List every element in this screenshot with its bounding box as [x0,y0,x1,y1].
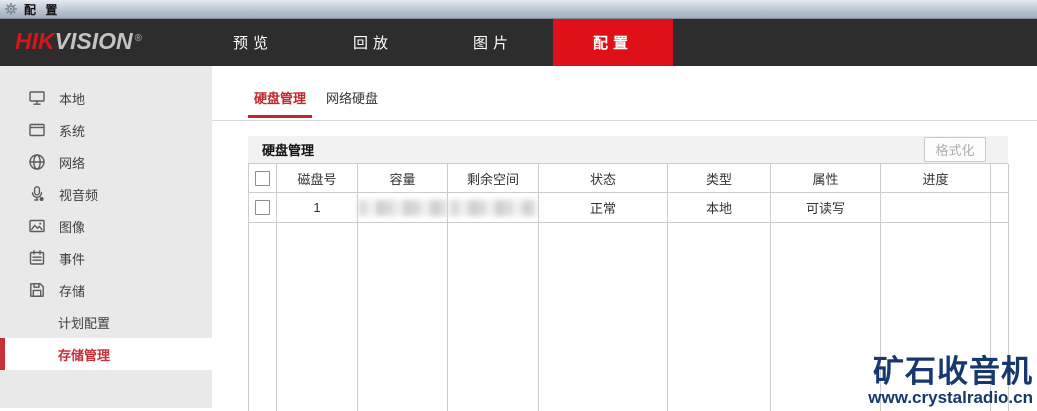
sidebar-item-local[interactable]: 本地 [0,82,212,114]
empty-cell [539,223,668,411]
tab-net-hdd[interactable]: 网络硬盘 [320,80,384,118]
storage-floppy-icon [30,283,44,297]
sidebar-item-system[interactable]: 系统 [0,114,212,146]
empty-cell [358,223,448,411]
event-calendar-icon [29,250,45,265]
col-header-disk-no: 磁盘号 [277,164,358,193]
system-window-icon [29,123,45,137]
col-header-property: 属性 [771,164,881,193]
empty-cell [668,223,771,411]
sidebar: 本地 系统 网络 视音频 图像 事件 存储 计划配置 存储管理 [0,66,212,408]
select-all-cell [249,164,277,193]
sidebar-item-image[interactable]: 图像 [0,210,212,242]
sidebar-item-label: 网络 [59,155,86,171]
sidebar-item-label: 图像 [59,219,86,235]
select-all-checkbox[interactable] [255,170,270,186]
cell-progress [881,193,991,223]
monitor-icon [29,91,45,105]
cell-property: 可读写 [771,193,881,223]
gear-icon [5,3,17,15]
row-checkbox[interactable] [255,200,270,215]
cell-status: 正常 [539,193,668,223]
image-icon [29,219,45,233]
sidebar-item-label: 存储 [59,283,86,299]
col-header-spacer [991,164,1009,193]
hikvision-config-page: 配 置 HIKVISION ® 预览 回放 图片 配置 本地 系统 网络 视音频… [0,0,1037,411]
hdd-toolbar: 硬盘管理 格式化 [248,136,1008,163]
row-select-cell [249,193,277,223]
nav-tab-configuration[interactable]: 配置 [553,19,673,66]
empty-cell [249,223,277,411]
cell-row-spacer [991,193,1009,223]
empty-cell [277,223,358,411]
app-header: HIKVISION ® 预览 回放 图片 配置 [0,19,1037,66]
sidebar-item-label: 存储管理 [58,347,111,363]
sidebar-item-label: 系统 [59,123,86,139]
free-space-redacted-blur [450,199,536,216]
empty-cell [771,223,881,411]
empty-cell [448,223,539,411]
format-button[interactable]: 格式化 [924,137,986,162]
col-header-status: 状态 [539,164,668,193]
cell-type: 本地 [668,193,771,223]
col-header-type: 类型 [668,164,771,193]
sidebar-item-label: 本地 [59,91,86,107]
sidebar-item-label: 计划配置 [58,315,111,331]
sidebar-item-video-audio[interactable]: 视音频 [0,178,212,210]
nav-tab-playback[interactable]: 回放 [313,19,433,66]
capacity-redacted-blur [358,199,447,216]
cell-capacity [358,193,448,223]
content-tabs: 硬盘管理 网络硬盘 [248,80,384,118]
watermark-title: 矿石收音机 [873,354,1033,390]
sidebar-item-schedule-settings[interactable]: 计划配置 [0,306,212,338]
nav-tab-picture[interactable]: 图片 [433,19,553,66]
microphone-icon [31,186,44,201]
sidebar-item-network[interactable]: 网络 [0,146,212,178]
col-header-progress: 进度 [881,164,991,193]
nav-tab-preview[interactable]: 预览 [193,19,313,66]
sidebar-item-storage-management[interactable]: 存储管理 [0,338,212,370]
cell-free-space [448,193,539,223]
cell-disk-no: 1 [277,193,358,223]
window-title: 配 置 [24,2,61,17]
tab-hdd-management[interactable]: 硬盘管理 [248,80,313,118]
tabs-separator [212,120,1037,121]
watermark: 矿石收音机 www.crystalradio.cn [868,355,1033,407]
section-title: 硬盘管理 [262,143,315,158]
sidebar-item-label: 事件 [59,251,86,267]
sidebar-item-label: 视音频 [59,187,99,203]
window-titlebar: 配 置 [0,0,1037,19]
hikvision-logo: HIKVISION ® [15,28,142,54]
col-header-free-space: 剩余空间 [448,164,539,193]
watermark-url: www.crystalradio.cn [868,387,1033,407]
globe-icon [29,154,45,170]
sidebar-item-event[interactable]: 事件 [0,242,212,274]
col-header-capacity: 容量 [358,164,448,193]
sidebar-item-storage[interactable]: 存储 [0,274,212,306]
main-nav: 预览 回放 图片 配置 [193,19,673,66]
